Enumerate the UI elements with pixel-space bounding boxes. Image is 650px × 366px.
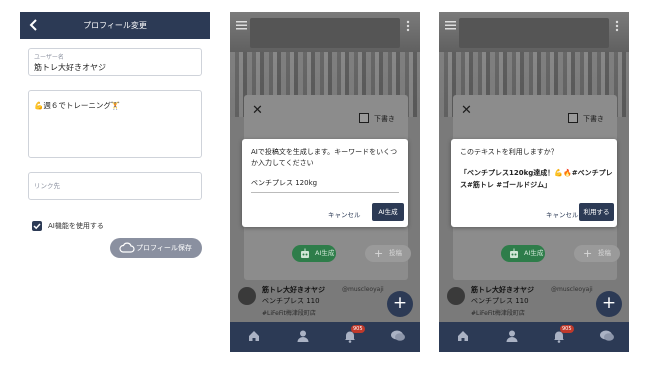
cancel-button[interactable]: キャンセル xyxy=(328,209,361,219)
post-button[interactable]: + 投稿 xyxy=(365,245,411,262)
post-label: 投稿 xyxy=(598,249,611,257)
link-placeholder: リンク先 xyxy=(34,182,60,190)
feed-post: 筋トレ大好きオヤジ @muscleoyaji ベンチプレス 110 #LiFeF… xyxy=(238,285,388,321)
cloud-upload-icon xyxy=(119,242,135,254)
robot-icon xyxy=(508,248,520,259)
feed-post: 筋トレ大好きオヤジ @muscleoyaji ベンチプレス 110 #LiFeF… xyxy=(447,285,597,321)
more-vertical-icon[interactable] xyxy=(615,20,619,32)
notification-badge: 905 xyxy=(351,325,365,333)
post-user-name: 筋トレ大好きオヤジ xyxy=(262,286,325,294)
profile-icon[interactable] xyxy=(505,329,519,343)
plus-icon: + xyxy=(601,293,617,313)
menu-icon[interactable] xyxy=(445,20,456,30)
dialog-message: AIで投稿文を生成します。キーワードをいくつか入力してください xyxy=(251,148,398,167)
profile-icon[interactable] xyxy=(296,329,310,343)
draft-label: 下書き xyxy=(583,115,604,123)
ai-generate-button[interactable]: AI生成 xyxy=(292,245,336,262)
post-body: ベンチプレス 110 xyxy=(262,297,320,305)
more-vertical-icon[interactable] xyxy=(406,20,410,32)
post-handle: @muscleoyaji xyxy=(342,286,384,293)
menu-icon[interactable] xyxy=(236,20,247,30)
ai-generate-label: AI生成 xyxy=(315,249,335,257)
tab-bar: 905 xyxy=(439,322,629,352)
draft-checkbox[interactable] xyxy=(359,113,369,123)
close-icon[interactable]: ✕ xyxy=(252,103,263,118)
new-post-fab[interactable]: + xyxy=(387,291,413,317)
ai-keyword-dialog: AIで投稿文を生成します。キーワードをいくつか入力してください ベンチプレス 1… xyxy=(242,139,408,227)
cancel-button[interactable]: キャンセル xyxy=(546,209,579,219)
save-profile-button[interactable]: プロフィール保存 xyxy=(110,238,202,258)
draft-checkbox[interactable] xyxy=(568,113,578,123)
back-arrow-icon[interactable] xyxy=(27,18,41,32)
ai-keyword-screen: ✕ 下書き AI生成 + 投稿 AIで投稿文を生成します。キーワードをいくつか入… xyxy=(230,12,420,352)
chat-icon[interactable] xyxy=(390,329,406,343)
username-value: 筋トレ大好きオヤジ xyxy=(34,63,106,72)
profile-edit-screen: プロフィール変更 ユーザー名 筋トレ大好きオヤジ 💪週６でトレーニング🏋 リンク… xyxy=(20,12,210,352)
ai-generate-button[interactable]: AI生成 xyxy=(501,245,545,262)
ai-generate-confirm-button[interactable]: AI生成 xyxy=(372,203,404,221)
link-field[interactable]: リンク先 xyxy=(28,172,202,200)
close-icon[interactable]: ✕ xyxy=(461,103,472,118)
new-post-fab[interactable]: + xyxy=(596,291,622,317)
notification-badge: 905 xyxy=(560,325,574,333)
generated-text-line-2: ス#筋トレ #ゴールドジム」 xyxy=(460,181,552,189)
ai-feature-checkbox[interactable] xyxy=(32,221,42,231)
username-label: ユーザー名 xyxy=(34,54,64,61)
bio-field[interactable]: 💪週６でトレーニング🏋 xyxy=(28,90,202,158)
use-text-screen: ✕ 下書き AI生成 + 投稿 このテキストを利用しますか？ 「ベンチプレス12… xyxy=(439,12,629,352)
tab-bar: 905 xyxy=(230,322,420,352)
use-text-dialog: このテキストを利用しますか？ 「ベンチプレス120kg達成！💪🔥#ベンチプレ ス… xyxy=(451,139,617,227)
dialog-question: このテキストを利用しますか？ xyxy=(460,148,558,156)
use-text-button[interactable]: 利用する xyxy=(579,203,614,221)
post-label: 投稿 xyxy=(389,249,402,257)
profile-header: プロフィール変更 xyxy=(20,12,210,39)
post-location: #LiFeFit梅津段町店 xyxy=(262,310,316,317)
ai-generate-label: AI生成 xyxy=(524,249,544,257)
username-field[interactable]: ユーザー名 筋トレ大好きオヤジ xyxy=(28,48,202,76)
post-body: ベンチプレス 110 xyxy=(471,297,529,305)
page-title: プロフィール変更 xyxy=(83,21,147,30)
avatar[interactable] xyxy=(238,287,256,305)
home-icon[interactable] xyxy=(247,329,261,343)
plus-icon: + xyxy=(374,247,384,260)
post-location: #LiFeFit梅津段町店 xyxy=(471,310,525,317)
chat-icon[interactable] xyxy=(599,329,615,343)
home-icon[interactable] xyxy=(456,329,470,343)
ai-feature-label: AI機能を使用する xyxy=(48,222,104,230)
post-button[interactable]: + 投稿 xyxy=(574,245,620,262)
post-user-name: 筋トレ大好きオヤジ xyxy=(471,286,534,294)
save-profile-label: プロフィール保存 xyxy=(136,244,192,252)
avatar[interactable] xyxy=(447,287,465,305)
draft-label: 下書き xyxy=(374,115,395,123)
keyword-input[interactable]: ベンチプレス 120kg xyxy=(251,178,399,193)
generated-text-line-1: 「ベンチプレス120kg達成！💪🔥#ベンチプレ xyxy=(460,169,613,177)
plus-icon: + xyxy=(583,247,593,260)
plus-icon: + xyxy=(392,293,408,313)
check-icon xyxy=(33,223,41,230)
bio-value: 💪週６でトレーニング🏋 xyxy=(34,101,121,110)
robot-icon xyxy=(299,248,311,259)
post-handle: @muscleoyaji xyxy=(551,286,593,293)
